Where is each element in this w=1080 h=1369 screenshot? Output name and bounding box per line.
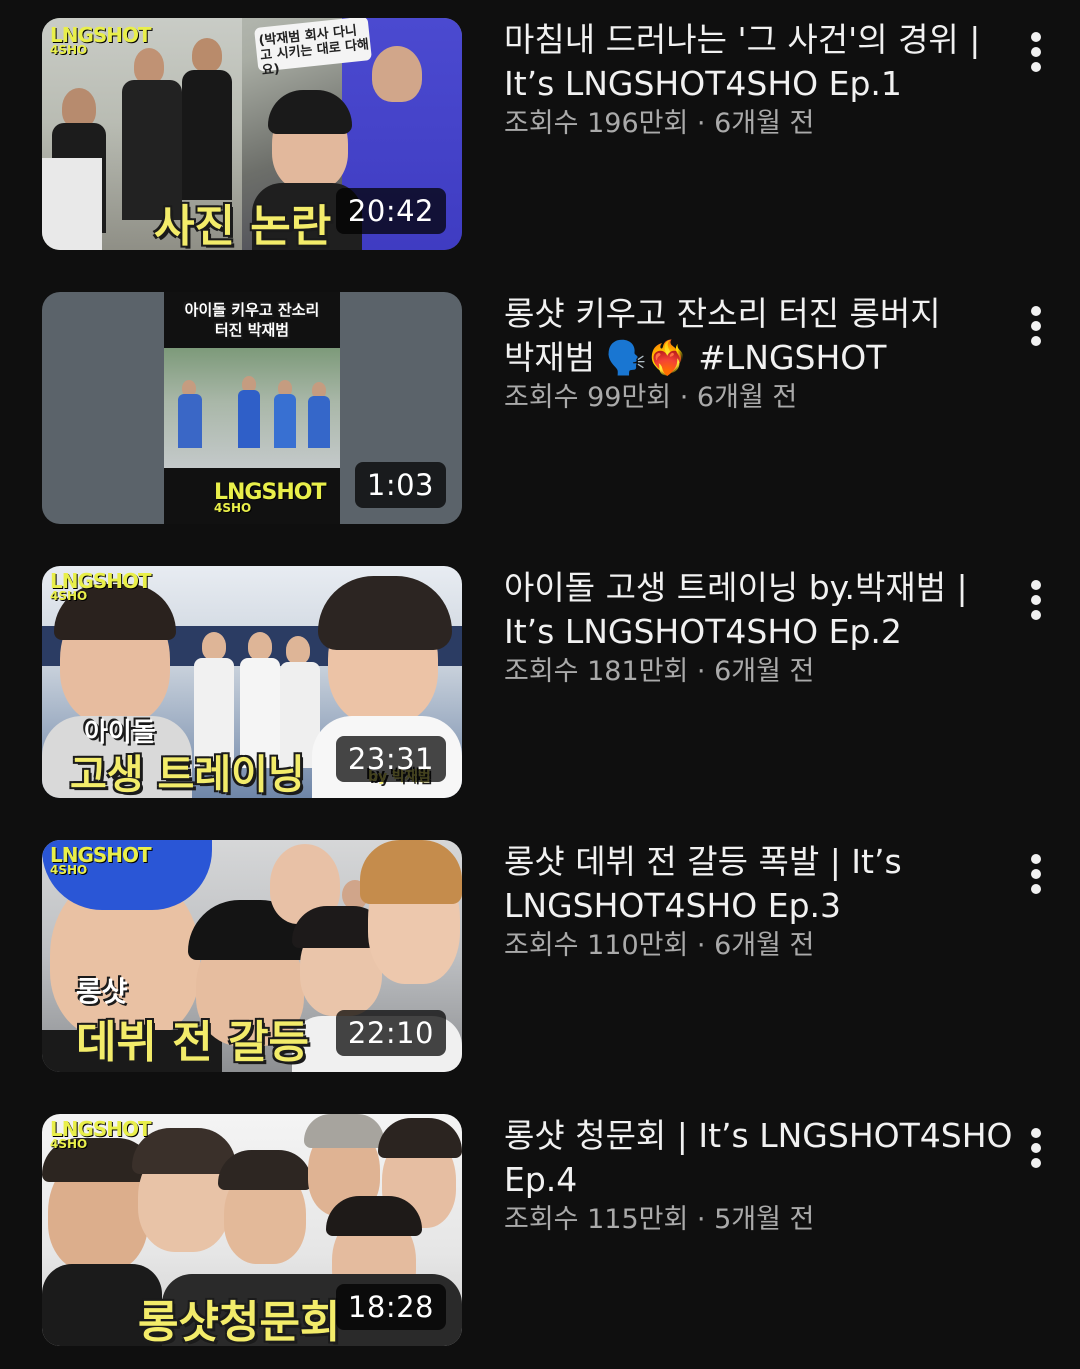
duration-badge: 1:03 [354, 462, 446, 508]
thumbnail-headline: 롱샷청문회 [138, 1297, 341, 1346]
video-info: 마침내 드러나는 '그 사건'의 경위 | It’s LNGSHOT4SHO E… [504, 18, 1014, 142]
video-thumbnail[interactable]: LNGSHOT 4SHO 아이돌 고생 트레이닝 by 박재범 23:31 [42, 566, 462, 798]
vertical-ellipsis-icon [1031, 32, 1041, 42]
video-item[interactable]: LNGSHOT 4SHO (박재범 회사 다니고 시키는 대로 다해요) 사진 … [0, 18, 1080, 250]
video-meta: 조회수 196만회 · 6개월 전 [504, 106, 1014, 142]
video-info: 롱샷 청문회 | It’s LNGSHOT4SHO Ep.4 조회수 115만회… [504, 1114, 1014, 1238]
video-title[interactable]: 롱샷 키우고 잔소리 터진 롱버지 박재범 🗣️❤️‍🔥 #LNGSHOT [504, 292, 1014, 380]
ellipsis-dot [1031, 869, 1041, 879]
video-thumbnail[interactable]: LNGSHOT 4SHO 롱샷청문회 18:28 [42, 1114, 462, 1346]
video-thumbnail[interactable]: LNGSHOT 4SHO (박재범 회사 다니고 시키는 대로 다해요) 사진 … [42, 18, 462, 250]
video-info: 아이돌 고생 트레이닝 by.박재범 | It’s LNGSHOT4SHO Ep… [504, 566, 1014, 690]
video-meta: 조회수 115만회 · 5개월 전 [504, 1202, 1014, 1238]
ellipsis-dot [1031, 610, 1041, 620]
video-title[interactable]: 아이돌 고생 트레이닝 by.박재범 | It’s LNGSHOT4SHO Ep… [504, 566, 1014, 654]
more-options-button[interactable] [1016, 570, 1056, 630]
upload-age: 5개월 전 [714, 1204, 815, 1235]
video-title[interactable]: 롱샷 청문회 | It’s LNGSHOT4SHO Ep.4 [504, 1114, 1014, 1202]
vertical-ellipsis-icon [1031, 854, 1041, 864]
channel-logo: LNGSHOT 4SHO [50, 571, 152, 602]
video-item[interactable]: LNGSHOT 4SHO 롱샷청문회 18:28 롱샷 청문회 | It’s L… [0, 1114, 1080, 1346]
video-meta: 조회수 181만회 · 6개월 전 [504, 654, 1014, 690]
vertical-ellipsis-icon [1031, 1128, 1041, 1138]
ellipsis-dot [1031, 62, 1041, 72]
video-thumbnail[interactable]: LNGSHOT 4SHO 롱샷 데뷔 전 갈등 22:10 [42, 840, 462, 1072]
upload-age: 6개월 전 [714, 108, 815, 139]
upload-age: 6개월 전 [714, 930, 815, 961]
more-options-button[interactable] [1016, 296, 1056, 356]
meta-separator: · [696, 108, 706, 139]
video-item[interactable]: LNGSHOT 4SHO 롱샷 데뷔 전 갈등 22:10 롱샷 데뷔 전 갈등… [0, 840, 1080, 1072]
duration-badge: 23:31 [335, 736, 446, 782]
thumbnail-headline: 데뷔 전 갈등 [76, 1017, 310, 1068]
ellipsis-dot [1031, 595, 1041, 605]
meta-separator: · [696, 1204, 706, 1235]
channel-logo: LNGSHOT 4SHO [50, 845, 152, 876]
view-count: 조회수 99만회 [504, 382, 672, 413]
ellipsis-dot [1031, 884, 1041, 894]
view-count: 조회수 110만회 [504, 930, 689, 961]
more-options-button[interactable] [1016, 844, 1056, 904]
vertical-ellipsis-icon [1031, 580, 1041, 590]
ellipsis-dot [1031, 1158, 1041, 1168]
channel-logo: LNGSHOT 4SHO [214, 482, 326, 515]
ellipsis-dot [1031, 1143, 1041, 1153]
thumbnail-headline: 고생 트레이닝 [70, 752, 305, 798]
thumbnail-headline: 아이돌 키우고 잔소리 터진 박재범 [184, 301, 320, 339]
view-count: 조회수 181만회 [504, 656, 689, 687]
meta-separator: · [696, 656, 706, 687]
video-meta: 조회수 110만회 · 6개월 전 [504, 928, 1014, 964]
view-count: 조회수 196만회 [504, 108, 689, 139]
upload-age: 6개월 전 [714, 656, 815, 687]
more-options-button[interactable] [1016, 22, 1056, 82]
ellipsis-dot [1031, 336, 1041, 346]
video-title[interactable]: 마침내 드러나는 '그 사건'의 경위 | It’s LNGSHOT4SHO E… [504, 18, 1014, 106]
upload-age: 6개월 전 [696, 382, 798, 413]
thumbnail-caption: 롱샷 [76, 975, 128, 1008]
meta-separator: · [679, 382, 689, 413]
video-title[interactable]: 롱샷 데뷔 전 갈등 폭발 | It’s LNGSHOT4SHO Ep.3 [504, 840, 1014, 928]
view-count: 조회수 115만회 [504, 1204, 689, 1235]
video-item[interactable]: LNGSHOT 4SHO 아이돌 고생 트레이닝 by 박재범 23:31 아이… [0, 566, 1080, 798]
video-info: 롱샷 키우고 잔소리 터진 롱버지 박재범 🗣️❤️‍🔥 #LNGSHOT 조회… [504, 292, 1014, 416]
meta-separator: · [696, 930, 706, 961]
video-item[interactable]: 아이돌 키우고 잔소리 터진 박재범 LNGSHOT 4SHO 1:03 롱샷 … [0, 292, 1080, 524]
channel-logo: LNGSHOT 4SHO [50, 25, 152, 56]
ellipsis-dot [1031, 321, 1041, 331]
vertical-ellipsis-icon [1031, 306, 1041, 316]
channel-logo: LNGSHOT 4SHO [50, 1119, 152, 1150]
video-thumbnail[interactable]: 아이돌 키우고 잔소리 터진 박재범 LNGSHOT 4SHO 1:03 [42, 292, 462, 524]
duration-badge: 20:42 [335, 188, 446, 234]
duration-badge: 18:28 [335, 1284, 446, 1330]
duration-badge: 22:10 [335, 1010, 446, 1056]
more-options-button[interactable] [1016, 1118, 1056, 1178]
video-info: 롱샷 데뷔 전 갈등 폭발 | It’s LNGSHOT4SHO Ep.3 조회… [504, 840, 1014, 964]
ellipsis-dot [1031, 47, 1041, 57]
video-meta: 조회수 99만회 · 6개월 전 [504, 380, 1014, 416]
thumbnail-headline: 사진 논란 [154, 201, 332, 250]
